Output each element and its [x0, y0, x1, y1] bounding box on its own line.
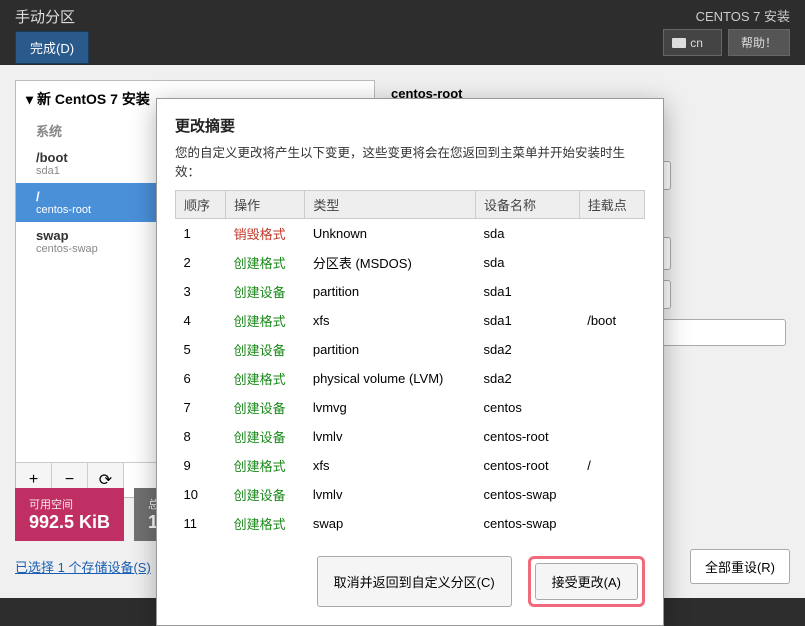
cell-type: lvmvg: [305, 393, 476, 422]
cell-mountpoint: [579, 480, 644, 509]
cell-mountpoint: [579, 277, 644, 306]
table-row[interactable]: 5创建设备partitionsda2: [176, 335, 645, 364]
cell-type: xfs: [305, 306, 476, 335]
cell-order: 3: [176, 277, 226, 306]
cell-type: xfs: [305, 451, 476, 480]
cell-device: sda1: [476, 277, 580, 306]
changes-table: 顺序 操作 类型 设备名称 挂载点 1销毁格式Unknownsda2创建格式分区…: [175, 190, 645, 538]
cell-mountpoint: [579, 364, 644, 393]
cell-mountpoint: [579, 219, 644, 249]
cell-order: 6: [176, 364, 226, 393]
cell-mountpoint: [579, 335, 644, 364]
cell-type: swap: [305, 509, 476, 538]
cell-operation: 创建格式: [226, 364, 305, 393]
cell-type: lvmlv: [305, 422, 476, 451]
col-type[interactable]: 类型: [305, 191, 476, 219]
col-order[interactable]: 顺序: [176, 191, 226, 219]
table-row[interactable]: 10创建设备lvmlvcentos-swap: [176, 480, 645, 509]
cell-mountpoint: [579, 509, 644, 538]
cell-type: 分区表 (MSDOS): [305, 248, 476, 277]
cell-order: 4: [176, 306, 226, 335]
cell-operation: 创建格式: [226, 306, 305, 335]
cell-device: centos-swap: [476, 480, 580, 509]
col-mountpoint[interactable]: 挂载点: [579, 191, 644, 219]
cell-operation: 创建设备: [226, 335, 305, 364]
cell-operation: 创建设备: [226, 480, 305, 509]
table-row[interactable]: 11创建格式swapcentos-swap: [176, 509, 645, 538]
dialog-title: 更改摘要: [175, 115, 645, 136]
table-row[interactable]: 8创建设备lvmlvcentos-root: [176, 422, 645, 451]
cell-device: centos-root: [476, 422, 580, 451]
cell-order: 11: [176, 509, 226, 538]
cell-order: 7: [176, 393, 226, 422]
cell-device: sda1: [476, 306, 580, 335]
table-row[interactable]: 1销毁格式Unknownsda: [176, 219, 645, 249]
cell-mountpoint: [579, 248, 644, 277]
col-operation[interactable]: 操作: [226, 191, 305, 219]
cell-order: 10: [176, 480, 226, 509]
cell-mountpoint: [579, 422, 644, 451]
cell-operation: 创建格式: [226, 509, 305, 538]
cell-device: centos-swap: [476, 509, 580, 538]
table-row[interactable]: 4创建格式xfssda1/boot: [176, 306, 645, 335]
cell-device: centos-root: [476, 451, 580, 480]
cell-device: sda: [476, 248, 580, 277]
cell-mountpoint: /boot: [579, 306, 644, 335]
cell-operation: 创建设备: [226, 277, 305, 306]
cell-order: 1: [176, 219, 226, 249]
cell-type: partition: [305, 335, 476, 364]
cell-order: 2: [176, 248, 226, 277]
cell-device: sda2: [476, 364, 580, 393]
cell-device: centos: [476, 393, 580, 422]
dialog-description: 您的自定义更改将产生以下变更，这些变更将会在您返回到主菜单并开始安装时生效：: [175, 142, 645, 180]
cell-device: sda2: [476, 335, 580, 364]
table-row[interactable]: 3创建设备partitionsda1: [176, 277, 645, 306]
cell-operation: 创建格式: [226, 248, 305, 277]
table-row[interactable]: 9创建格式xfscentos-root/: [176, 451, 645, 480]
cell-operation: 销毁格式: [226, 219, 305, 249]
table-row[interactable]: 2创建格式分区表 (MSDOS)sda: [176, 248, 645, 277]
table-row[interactable]: 7创建设备lvmvgcentos: [176, 393, 645, 422]
cell-operation: 创建格式: [226, 451, 305, 480]
table-row[interactable]: 6创建格式physical volume (LVM)sda2: [176, 364, 645, 393]
cell-order: 9: [176, 451, 226, 480]
cell-type: Unknown: [305, 219, 476, 249]
cell-type: lvmlv: [305, 480, 476, 509]
cell-mountpoint: [579, 393, 644, 422]
cell-order: 8: [176, 422, 226, 451]
cell-mountpoint: /: [579, 451, 644, 480]
cell-type: physical volume (LVM): [305, 364, 476, 393]
col-device[interactable]: 设备名称: [476, 191, 580, 219]
cancel-button[interactable]: 取消并返回到自定义分区(C): [317, 556, 512, 607]
cell-operation: 创建设备: [226, 393, 305, 422]
cell-type: partition: [305, 277, 476, 306]
cell-order: 5: [176, 335, 226, 364]
summary-dialog: 更改摘要 您的自定义更改将产生以下变更，这些变更将会在您返回到主菜单并开始安装时…: [156, 98, 664, 626]
cell-device: sda: [476, 219, 580, 249]
cell-operation: 创建设备: [226, 422, 305, 451]
accept-changes-button[interactable]: 接受更改(A): [535, 563, 638, 600]
